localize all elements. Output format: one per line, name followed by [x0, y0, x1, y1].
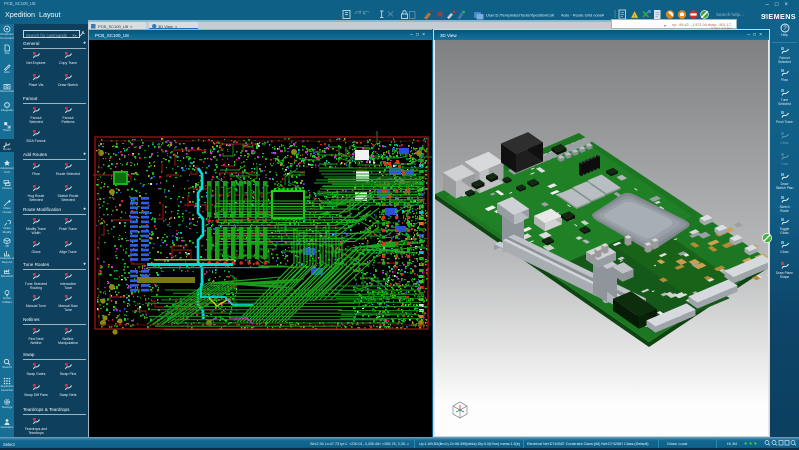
svg-text:User:D:/Templates/Tools/Xpedit: User:D:/Templates/Tools/XpeditionCo..: [486, 13, 554, 18]
svg-text:Auto - Route Grid none: Auto - Route Grid none: [561, 13, 603, 18]
svg-text:▾: ▾: [602, 13, 604, 18]
svg-text:!: !: [634, 13, 635, 18]
svg-text:▾: ▾: [552, 13, 554, 18]
